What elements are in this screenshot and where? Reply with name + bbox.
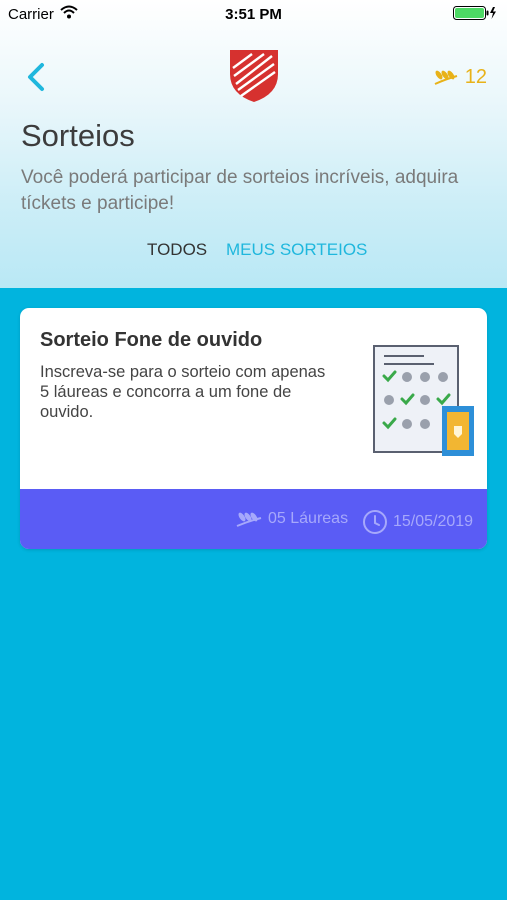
battery-icon: [453, 6, 496, 20]
raffle-card-title: Sorteio Fone de ouvido: [40, 329, 263, 351]
nav-bar: 12: [0, 40, 507, 110]
raffle-cost: 05 Láureas: [235, 509, 348, 529]
laurel-icon: [434, 70, 458, 85]
clock-icon: [363, 510, 387, 534]
back-chevron-icon[interactable]: [22, 62, 50, 92]
tab-todos[interactable]: TODOS: [147, 240, 207, 260]
tab-bar: TODOS MEUS SORTEIOS: [0, 240, 507, 264]
header: Carrier 3:51 PM 12 Sorteios Você poderá …: [0, 0, 507, 288]
checklist-ticket-illustration: [373, 345, 474, 456]
laurel-count-badge[interactable]: 12: [433, 64, 487, 90]
laurel-count-value: 12: [464, 65, 487, 88]
tab-meus-sorteios[interactable]: MEUS SORTEIOS: [226, 240, 367, 260]
page-title: Sorteios: [21, 118, 135, 153]
status-time: 3:51 PM: [225, 6, 282, 23]
page-subtitle: Você poderá participar de sorteios incrí…: [21, 167, 459, 214]
raffle-card-footer: 05 Láureas 15/05/2019: [20, 489, 487, 549]
raffle-cost-label: 05 Láureas: [268, 510, 349, 527]
raffle-date-label: 15/05/2019: [393, 513, 474, 530]
shield-logo-icon: [230, 50, 278, 102]
raffle-card-description: Inscreva-se para o sorteio com apenas 5 …: [40, 363, 326, 421]
status-bar: Carrier 3:51 PM: [0, 0, 507, 28]
raffle-card[interactable]: Sorteio Fone de ouvido Inscreva-se para …: [20, 308, 487, 549]
laurel-icon: [236, 512, 262, 527]
raffle-date: 15/05/2019: [362, 509, 473, 535]
